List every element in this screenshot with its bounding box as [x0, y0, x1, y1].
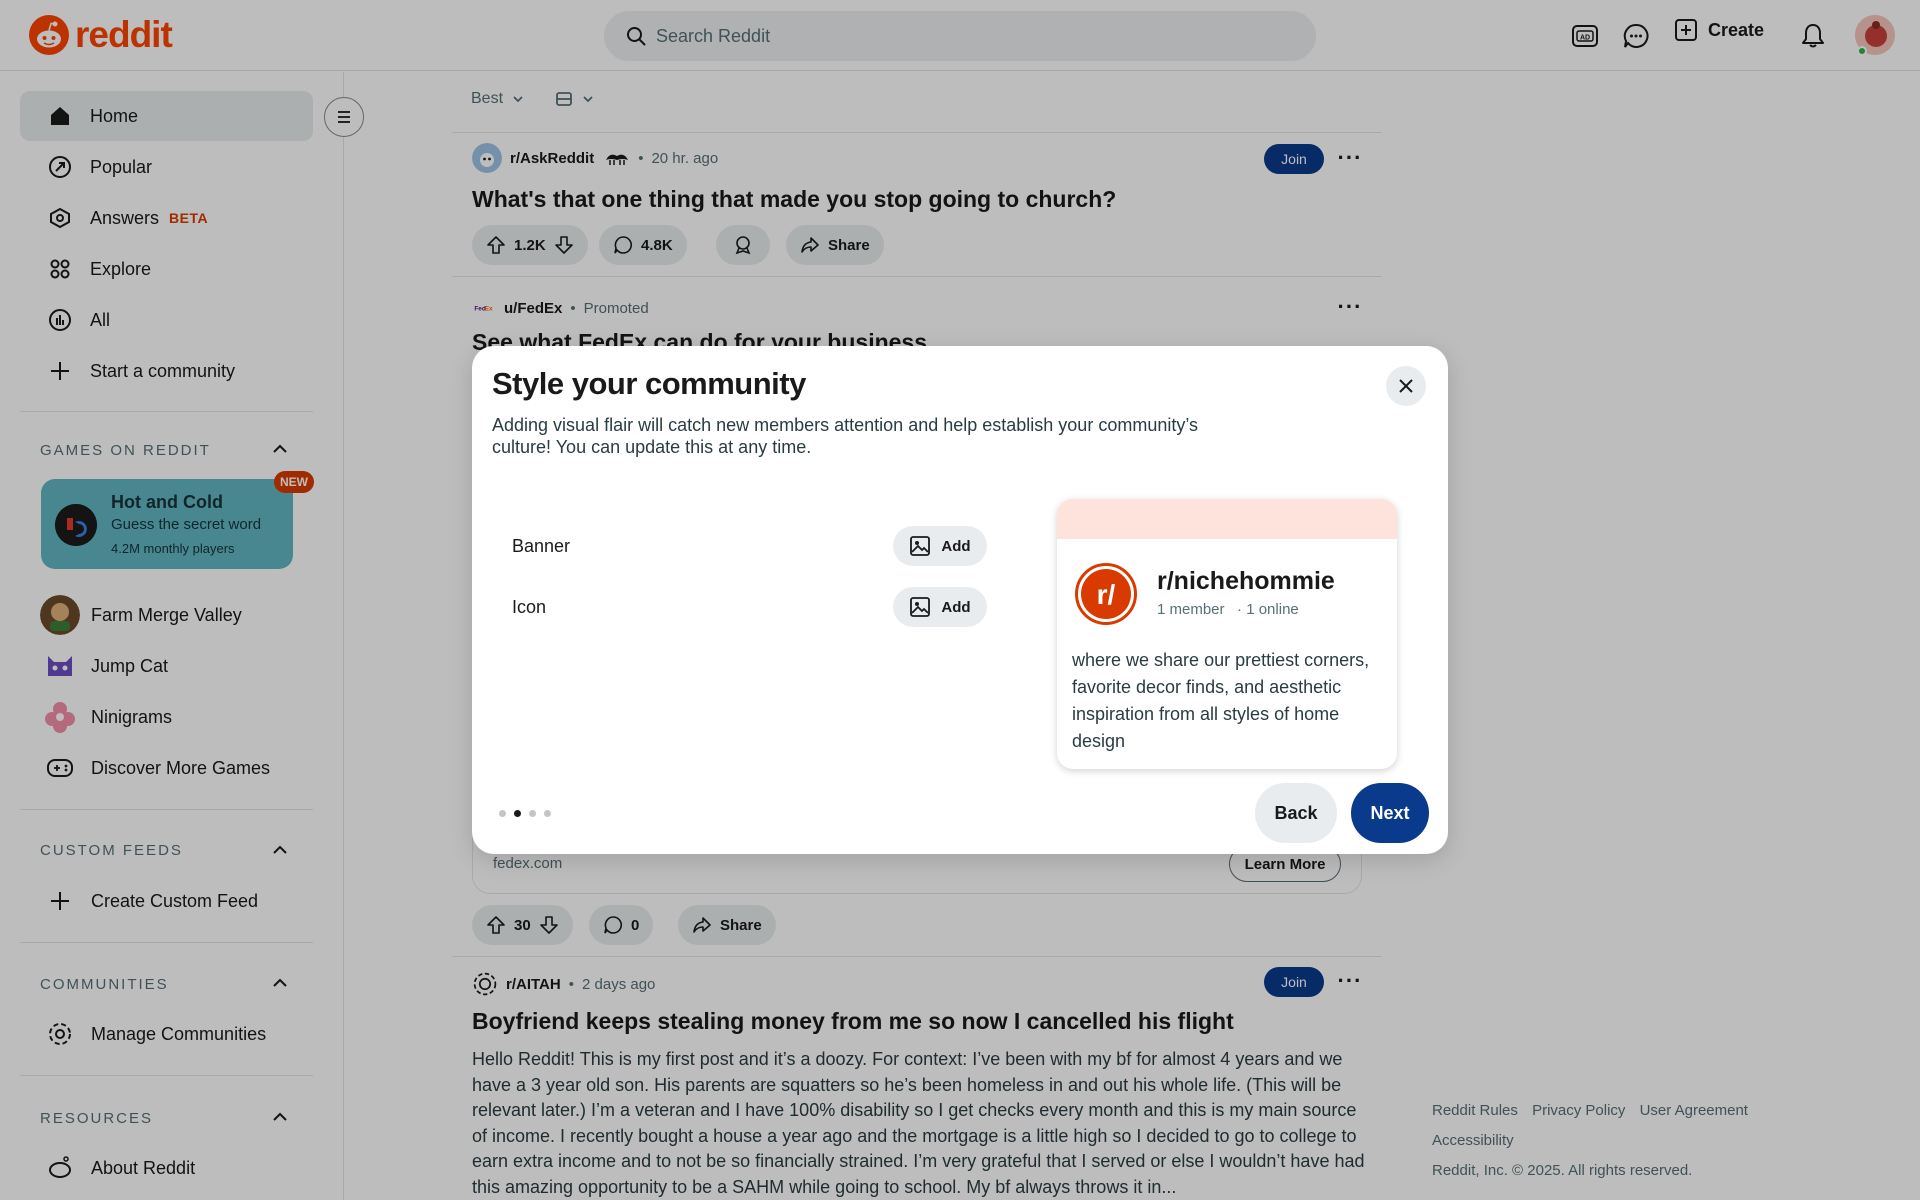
image-add-icon	[910, 597, 931, 617]
preview-members: 1 member	[1157, 601, 1225, 618]
style-community-modal: Style your community Adding visual flair…	[472, 346, 1448, 854]
community-preview-card: r/ r/nichehommie 1 member · 1 online whe…	[1057, 499, 1397, 769]
step-indicator	[499, 810, 551, 817]
preview-stats: 1 member · 1 online	[1157, 601, 1299, 618]
add-icon-button[interactable]: Add	[893, 587, 987, 627]
back-button[interactable]: Back	[1255, 783, 1337, 843]
step-dot	[529, 810, 536, 817]
preview-community-name: r/nichehommie	[1157, 567, 1335, 595]
step-dot	[544, 810, 551, 817]
preview-description: where we share our prettiest corners, fa…	[1072, 650, 1370, 751]
svg-text:r/: r/	[1097, 579, 1116, 610]
close-button[interactable]	[1386, 366, 1426, 406]
add-label: Add	[941, 537, 971, 555]
icon-label: Icon	[512, 596, 547, 617]
close-icon	[1399, 379, 1413, 393]
preview-online: · 1 online	[1237, 601, 1299, 618]
step-dot	[499, 810, 506, 817]
banner-label: Banner	[512, 535, 571, 556]
preview-banner	[1057, 499, 1397, 539]
add-label: Add	[941, 598, 971, 616]
modal-description: Adding visual flair will catch new membe…	[492, 415, 1199, 457]
modal-title: Style your community	[492, 366, 806, 401]
image-add-icon	[910, 536, 931, 556]
next-button[interactable]: Next	[1351, 783, 1429, 843]
community-default-icon: r/	[1075, 563, 1137, 625]
add-banner-button[interactable]: Add	[893, 526, 987, 566]
step-dot-active	[514, 810, 521, 817]
